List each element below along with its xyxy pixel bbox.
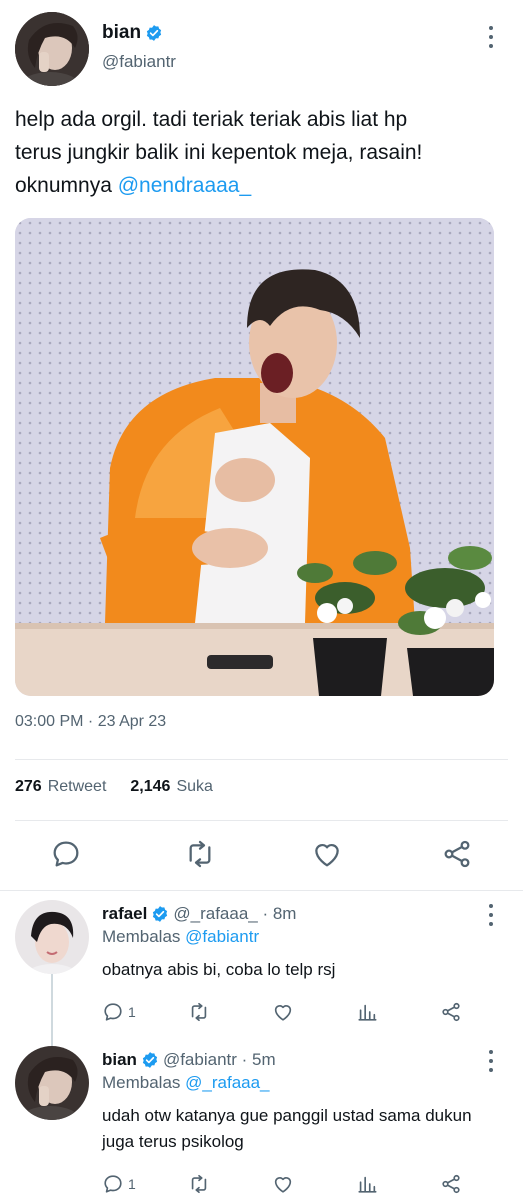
divider [15,820,508,821]
share-icon[interactable] [441,838,473,870]
tweet-text-line: terus jungkir balik ini kepentok meja, r… [15,141,423,164]
more-options-icon[interactable] [481,904,501,926]
timestamp-separator: · [83,713,98,730]
replying-label: Membalas [102,1073,186,1092]
tweet-text-prefix: oknumnya [15,174,118,197]
reply-handle-time[interactable]: @fabiantr · 5m [163,1050,276,1070]
tweet-timestamp[interactable]: 03:00 PM · 23 Apr 23 [15,713,166,731]
share-icon[interactable] [440,1172,462,1196]
tweet-header: bian @fabiantr [0,0,523,100]
reply-author-name[interactable]: bian [102,1050,137,1070]
like-icon[interactable] [272,1172,294,1196]
retweet-icon[interactable] [188,1000,210,1024]
like-icon[interactable] [272,1000,294,1024]
reply-text-line: udah otw katanya gue panggil ustad sama … [102,1106,472,1125]
tweet-time: 03:00 PM [15,713,84,730]
like-icon[interactable] [311,838,343,870]
reply-action-bar: 1 [102,1172,482,1198]
reply-icon[interactable] [50,838,82,870]
reply-text: obatnya abis bi, coba lo telp rsj [102,960,336,979]
reply-header: bian @fabiantr · 5m [102,1050,276,1070]
reply-item: bian @fabiantr · 5m Membalas @_rafaaa_ u… [0,1044,523,1200]
retweet-count[interactable]: 276 [15,778,42,796]
divider [15,759,508,760]
like-label[interactable]: Suka [176,778,212,796]
reply-item: rafael @_rafaaa_ · 8m Membalas @fabiantr… [0,898,523,1048]
reply-author-name[interactable]: rafael [102,904,147,924]
tweet-text-line: help ada orgil. tadi teriak teriak abis … [15,108,408,131]
tweet-action-bar [0,838,523,874]
author-avatar[interactable] [15,12,89,86]
retweet-label[interactable]: Retweet [48,778,107,796]
more-options-icon[interactable] [481,26,501,48]
like-count[interactable]: 2,146 [130,778,170,796]
replying-label: Membalas [102,927,186,946]
reply-text: udah otw katanya gue panggil ustad sama … [102,1103,507,1155]
reply-text-line: juga terus psikolog [102,1132,244,1151]
reply-avatar[interactable] [15,900,89,974]
replying-to: Membalas @fabiantr [102,927,259,947]
tweet-date: 23 Apr 23 [97,713,167,730]
retweet-icon[interactable] [188,1172,210,1196]
reply-icon[interactable]: 1 [102,1000,136,1024]
share-icon[interactable] [440,1000,462,1024]
reply-header: rafael @_rafaaa_ · 8m [102,904,296,924]
more-options-icon[interactable] [481,1050,501,1072]
author-name-row: bian [102,22,163,44]
reply-handle-time[interactable]: @_rafaaa_ · 8m [173,904,296,924]
mention-link[interactable]: @nendraaaa_ [118,174,251,197]
mention-link[interactable]: @fabiantr [185,927,259,946]
reply-count: 1 [128,1176,136,1192]
reply-count: 1 [128,1004,136,1020]
reply-avatar[interactable] [15,1046,89,1120]
mention-link[interactable]: @_rafaaa_ [185,1073,269,1092]
analytics-icon[interactable] [356,1000,378,1024]
author-handle[interactable]: @fabiantr [102,52,176,72]
divider [0,890,523,891]
tweet-media-image[interactable] [15,218,494,696]
verified-badge-icon [145,24,163,42]
retweet-icon[interactable] [184,838,216,870]
tweet-stats: 276 Retweet 2,146 Suka [15,778,213,796]
verified-badge-icon [141,1051,159,1069]
reply-icon[interactable]: 1 [102,1172,136,1196]
verified-badge-icon [151,905,169,923]
tweet-text: help ada orgil. tadi teriak teriak abis … [15,103,510,202]
tweet-text-line: oknumnya @nendraaaa_ [15,169,510,202]
reply-action-bar: 1 [102,1000,482,1026]
replying-to: Membalas @_rafaaa_ [102,1073,270,1093]
author-name[interactable]: bian [102,22,141,44]
analytics-icon[interactable] [356,1172,378,1196]
